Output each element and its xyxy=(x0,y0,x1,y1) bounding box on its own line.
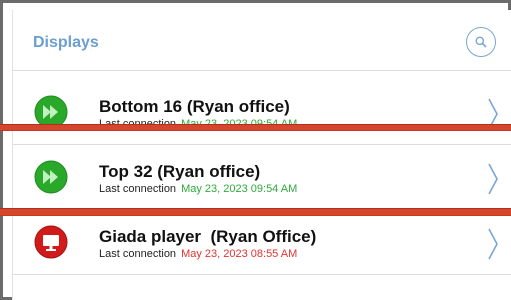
panel-header: Displays xyxy=(13,10,511,71)
fast-forward-icon xyxy=(34,160,68,194)
search-button[interactable] xyxy=(466,27,496,57)
display-row-giada-player[interactable]: Giada player (Ryan Office) Last connecti… xyxy=(13,210,511,275)
last-connection-label: Last connection xyxy=(99,183,177,195)
last-connection: Last connection May 23, 2023 08:55 AM xyxy=(99,248,297,260)
monitor-icon xyxy=(34,225,68,259)
display-row-top-32[interactable]: Top 32 (Ryan office) Last connection May … xyxy=(13,145,511,210)
search-icon xyxy=(475,36,487,48)
display-name: Giada player (Ryan Office) xyxy=(99,227,317,246)
chevron-right-icon[interactable] xyxy=(486,227,500,261)
annotation-strike-line xyxy=(0,208,511,216)
page-title: Displays xyxy=(33,34,99,51)
annotation-strike-line xyxy=(0,124,511,131)
status-offline-indicator xyxy=(34,225,68,259)
displays-panel: Displays Bottom 16 (Ryan office) Last co… xyxy=(12,10,511,300)
last-connection-timestamp: May 23, 2023 08:55 AM xyxy=(181,248,298,260)
display-name: Top 32 (Ryan office) xyxy=(99,162,261,181)
status-online-indicator xyxy=(34,160,68,194)
chevron-right-icon[interactable] xyxy=(486,162,500,196)
display-name: Bottom 16 (Ryan office) xyxy=(99,97,290,116)
last-connection-timestamp: May 23, 2023 09:54 AM xyxy=(181,183,298,195)
last-connection: Last connection May 23, 2023 09:54 AM xyxy=(99,183,297,195)
last-connection-label: Last connection xyxy=(99,248,177,260)
display-row-bottom-16[interactable]: Bottom 16 (Ryan office) Last connectionM… xyxy=(13,80,511,145)
